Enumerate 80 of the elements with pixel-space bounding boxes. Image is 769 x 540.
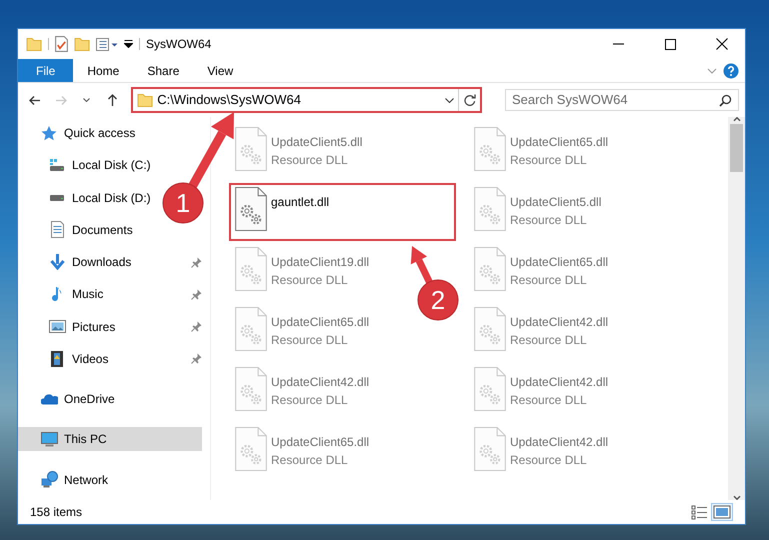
pin-icon[interactable] (191, 256, 202, 268)
pin-icon[interactable] (191, 321, 202, 332)
annotation-arrow (410, 246, 434, 286)
search-icon (718, 94, 732, 106)
dll-file-icon (474, 427, 506, 471)
close-icon[interactable] (716, 38, 728, 50)
scrollbar-thumb[interactable] (730, 124, 743, 172)
search-box[interactable]: Search SysWOW64 (505, 89, 739, 111)
address-field[interactable]: C:\Windows\SysWOW64 (157, 90, 308, 110)
sidebar-item[interactable]: Documents (18, 218, 139, 242)
item-count: 158 items (30, 504, 82, 521)
music-note-icon (52, 287, 62, 302)
up-arrow-icon[interactable] (108, 94, 117, 106)
refresh-icon[interactable] (464, 94, 476, 106)
file-item[interactable]: UpdateClient5.dll Resource DLL (468, 183, 695, 241)
maximize-icon[interactable] (664, 38, 676, 50)
sidebar-item[interactable]: Music (18, 282, 110, 306)
network-icon (40, 471, 58, 488)
dll-file-icon (235, 187, 267, 231)
sidebar-item[interactable]: OneDrive (18, 387, 121, 412)
file-item[interactable]: UpdateClient65.dll Resource DLL (468, 243, 695, 301)
sidebar-item[interactable]: Downloads (18, 250, 138, 274)
sidebar-item[interactable]: Network (18, 468, 114, 492)
help-icon[interactable] (723, 62, 739, 78)
dll-file-icon (474, 247, 506, 291)
file-item[interactable]: UpdateClient42.dll Resource DLL (468, 303, 695, 361)
dropdown-icon[interactable] (445, 98, 454, 102)
cloud-icon (40, 394, 58, 405)
folder-icon (137, 94, 154, 106)
minimize-icon[interactable] (610, 43, 626, 45)
computer-icon (40, 432, 58, 447)
ribbon-tab[interactable]: View (193, 59, 248, 82)
window-title: SysWOW64 (146, 36, 212, 53)
dll-file-icon (235, 367, 267, 411)
star-icon (41, 126, 57, 140)
expand-ribbon-icon[interactable] (707, 68, 717, 74)
dropdown-icon[interactable] (124, 40, 133, 48)
ribbon-tab[interactable]: File (18, 59, 74, 82)
back-arrow-icon[interactable] (28, 96, 41, 104)
film-icon (51, 350, 63, 367)
dll-file-icon (235, 307, 267, 351)
dll-file-icon (474, 127, 506, 171)
dll-file-icon (235, 427, 267, 471)
ribbon-tab[interactable]: Home (73, 59, 134, 82)
picture-icon (48, 320, 66, 334)
file-item[interactable]: UpdateClient42.dll Resource DLL (468, 423, 695, 481)
scroll-up-icon[interactable] (732, 117, 740, 122)
dll-file-icon (235, 247, 267, 291)
drive-icon (50, 159, 64, 172)
sidebar-item[interactable]: Videos (18, 346, 114, 371)
dll-file-icon (474, 307, 506, 351)
ribbon-tab[interactable]: Share (133, 59, 194, 82)
properties-icon[interactable] (55, 36, 68, 52)
down-arrow-icon (50, 254, 64, 270)
sidebar-item[interactable]: Quick access (18, 121, 142, 145)
file-item[interactable]: UpdateClient42.dll Resource DLL (229, 363, 456, 421)
dll-file-icon (235, 127, 267, 171)
sidebar-item[interactable]: Local Disk (C:) (18, 153, 157, 178)
document-icon (50, 221, 64, 238)
pin-icon[interactable] (191, 353, 202, 364)
scrollbar[interactable] (728, 117, 745, 500)
dll-file-icon (474, 367, 506, 411)
pin-icon[interactable] (191, 288, 202, 300)
file-item[interactable]: UpdateClient5.dll Resource DLL (229, 123, 456, 181)
sidebar-item[interactable]: Pictures (18, 314, 122, 339)
customize-icon[interactable] (96, 38, 118, 50)
step-number-badge: 2 (418, 280, 458, 320)
chevron-down-icon[interactable] (82, 98, 90, 102)
sidebar-item[interactable]: Local Disk (D:) (18, 186, 157, 210)
scroll-down-icon[interactable] (732, 495, 740, 500)
sidebar-item[interactable]: This PC (18, 427, 202, 452)
file-item[interactable]: UpdateClient42.dll Resource DLL (468, 363, 695, 421)
dll-file-icon (474, 187, 506, 231)
file-item[interactable]: UpdateClient65.dll Resource DLL (229, 423, 456, 481)
file-item[interactable]: UpdateClient65.dll Resource DLL (468, 123, 695, 181)
folder-icon (26, 38, 42, 50)
file-item[interactable]: gauntlet.dll (229, 183, 456, 241)
address-bar[interactable]: C:\Windows\SysWOW64 (131, 87, 482, 113)
step-number-badge: 1 (162, 182, 204, 224)
drive-icon (50, 194, 64, 201)
